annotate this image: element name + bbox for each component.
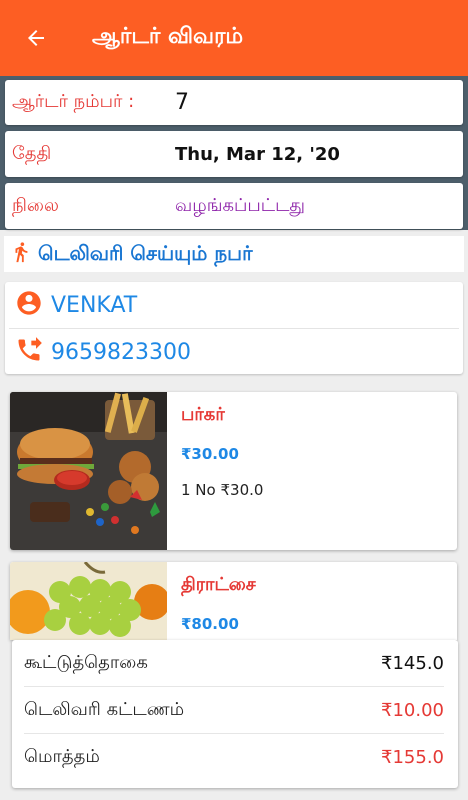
person-name-row: VENKAT (5, 282, 463, 328)
running-person-icon (10, 240, 32, 268)
order-date-value: Thu, Mar 12, '20 (175, 143, 340, 165)
person-phone-row[interactable]: 9659823300 (5, 329, 463, 375)
delivery-heading-text: டெலிவரி செய்யும் நபர் (38, 240, 253, 265)
item-name: பர்கர் (181, 404, 225, 425)
item-price: ₹30.00 (181, 445, 239, 463)
delivery-person-heading: டெலிவரி செய்யும் நபர் (4, 236, 464, 272)
order-summary-panel: ஆர்டர் நம்பர் : 7 தேதி Thu, Mar 12, '20 … (0, 76, 468, 230)
person-phone[interactable]: 9659823300 (51, 340, 191, 365)
order-date-label: தேதி (12, 142, 52, 164)
order-status-value: வழங்கப்பட்டது (175, 194, 306, 216)
item-info: திராட்சை ₹80.00 (167, 562, 256, 640)
grapes-image (10, 562, 167, 640)
order-number-value: 7 (175, 90, 189, 115)
order-status-label: நிலை (12, 194, 59, 216)
order-number-label: ஆர்டர் நம்பர் : (12, 91, 135, 112)
arrow-back-icon[interactable] (24, 26, 48, 50)
delivery-fee-label: டெலிவரி கட்டணம் (24, 698, 185, 720)
item-info: பர்கர் ₹30.00 1 No ₹30.0 (167, 392, 263, 550)
item-price: ₹80.00 (181, 615, 239, 633)
order-number-row: ஆர்டர் நம்பர் : 7 (5, 80, 463, 125)
burger-image (10, 392, 167, 550)
phone-forwarded-icon[interactable] (15, 336, 43, 368)
page-title: ஆர்டர் விவரம் (92, 24, 244, 49)
delivery-fee-value: ₹10.00 (381, 699, 444, 721)
person-name: VENKAT (51, 292, 138, 318)
order-item-card[interactable]: பர்கர் ₹30.00 1 No ₹30.0 (10, 392, 457, 550)
order-item-card[interactable]: திராட்சை ₹80.00 (10, 562, 457, 640)
subtotal-label: கூட்டுத்தொகை (24, 651, 148, 673)
subtotal-row: கூட்டுத்தொகை ₹145.0 (24, 640, 444, 687)
total-value: ₹155.0 (381, 747, 444, 768)
totals-card: கூட்டுத்தொகை ₹145.0 டெலிவரி கட்டணம் ₹10.… (12, 640, 458, 788)
total-label: மொத்தம் (24, 746, 100, 767)
delivery-person-card: VENKAT 9659823300 (5, 282, 463, 374)
total-row: மொத்தம் ₹155.0 (24, 734, 444, 781)
delivery-fee-row: டெலிவரி கட்டணம் ₹10.00 (24, 687, 444, 734)
order-date-row: தேதி Thu, Mar 12, '20 (5, 131, 463, 177)
item-name: திராட்சை (181, 574, 256, 595)
item-quantity: 1 No ₹30.0 (181, 481, 264, 499)
order-status-row: நிலை வழங்கப்பட்டது (5, 183, 463, 229)
account-circle-icon (15, 289, 43, 321)
app-bar: ஆர்டர் விவரம் (0, 0, 468, 76)
subtotal-value: ₹145.0 (381, 652, 444, 674)
